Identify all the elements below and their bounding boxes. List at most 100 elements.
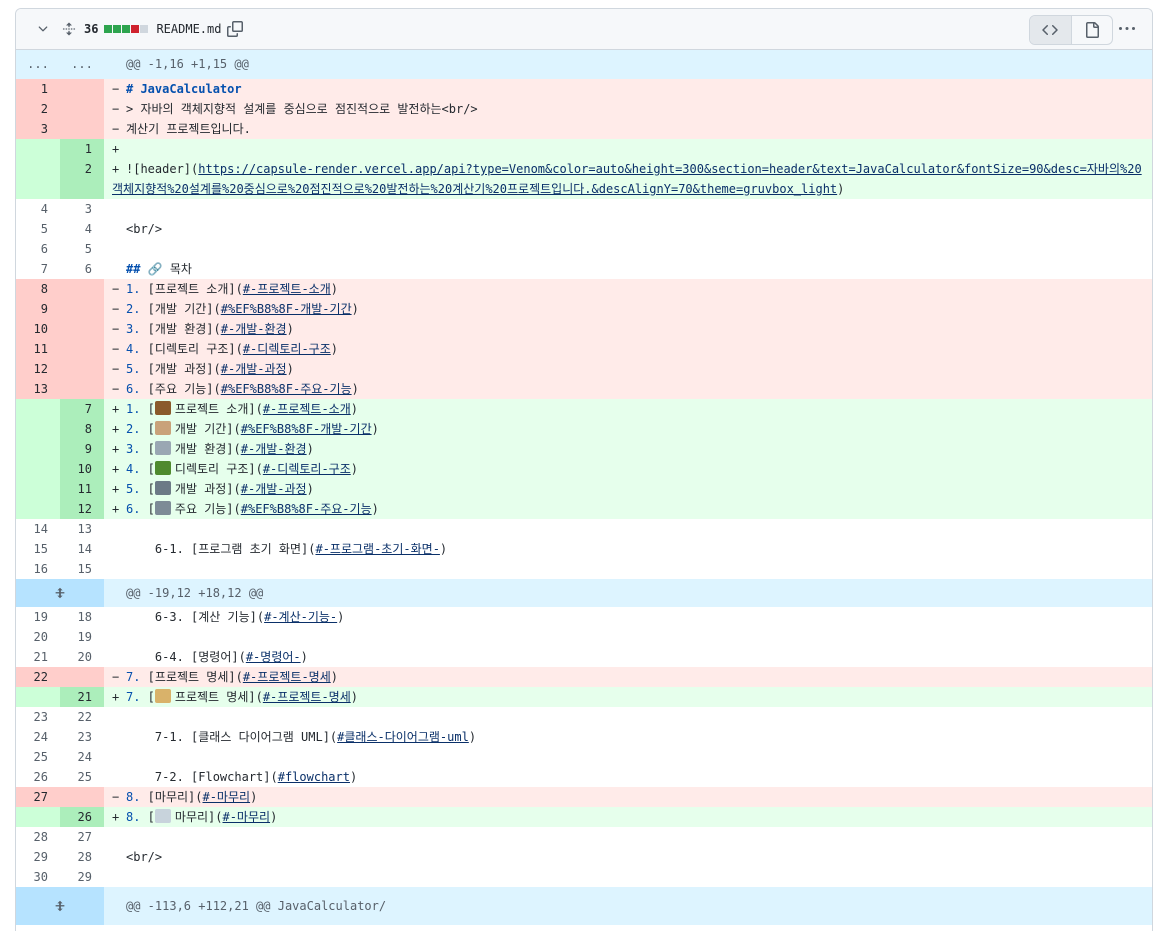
rich-diff-button[interactable] [1072,16,1113,44]
expand-button[interactable] [16,579,104,607]
new-line-number[interactable]: 1 [60,139,104,159]
new-line-number[interactable]: 3 [60,199,104,219]
old-line-number[interactable]: 15 [16,539,60,559]
new-line-number[interactable]: 9 [60,439,104,459]
new-line-number[interactable]: 13 [60,519,104,539]
old-line-number[interactable]: 2 [16,99,60,119]
new-line-number[interactable]: 25 [60,767,104,787]
unfold-icon[interactable] [62,21,76,37]
old-line-number[interactable]: 26 [16,767,60,787]
old-line-number[interactable]: 6 [16,239,60,259]
old-line-number[interactable]: 29 [16,847,60,867]
anchor-link[interactable]: #-프로젝트-명세 [243,670,331,684]
old-line-number[interactable] [16,499,60,519]
old-line-number[interactable]: 4 [16,199,60,219]
new-line-number[interactable]: 4 [60,219,104,239]
old-line-number[interactable]: 1 [16,79,60,99]
new-line-number[interactable] [60,787,104,807]
chevron-down-icon[interactable] [36,22,50,36]
old-line-number[interactable]: 8 [16,279,60,299]
anchor-link[interactable]: #-개발-환경 [221,322,287,336]
expand-up-button[interactable]: ... [16,50,60,79]
old-line-number[interactable]: 16 [16,559,60,579]
new-line-number[interactable]: 27 [60,827,104,847]
new-line-number[interactable]: 22 [60,707,104,727]
anchor-link[interactable]: #-계산-기능- [264,610,337,624]
old-line-number[interactable]: 24 [16,727,60,747]
new-line-number[interactable]: 20 [60,647,104,667]
old-line-number[interactable]: 30 [16,867,60,887]
anchor-link[interactable]: #-프로젝트-명세 [263,690,351,704]
expand-down-button[interactable]: ... [60,50,104,79]
new-line-number[interactable]: 29 [60,867,104,887]
new-line-number[interactable]: 10 [60,459,104,479]
new-line-number[interactable] [60,299,104,319]
new-line-number[interactable]: 2 [60,159,104,199]
new-line-number[interactable]: 26 [60,807,104,827]
old-line-number[interactable]: 23 [16,707,60,727]
anchor-link[interactable]: #-마무리 [222,810,270,824]
old-line-number[interactable]: 10 [16,319,60,339]
anchor-link[interactable]: #-디렉토리-구조 [263,462,351,476]
anchor-link[interactable]: #-개발-환경 [241,442,307,456]
new-line-number[interactable] [60,279,104,299]
new-line-number[interactable] [60,79,104,99]
old-line-number[interactable] [16,439,60,459]
new-line-number[interactable]: 15 [60,559,104,579]
anchor-link[interactable]: #%EF%B8%8F-주요-기능 [241,502,372,516]
new-line-number[interactable]: 21 [60,687,104,707]
new-line-number[interactable]: 12 [60,499,104,519]
old-line-number[interactable] [16,159,60,199]
old-line-number[interactable] [16,479,60,499]
old-line-number[interactable] [16,687,60,707]
old-line-number[interactable]: 3 [16,119,60,139]
anchor-link[interactable]: #-개발-과정 [241,482,307,496]
new-line-number[interactable]: 28 [60,847,104,867]
old-line-number[interactable]: 19 [16,607,60,627]
old-line-number[interactable]: 22 [16,667,60,687]
old-line-number[interactable]: 12 [16,359,60,379]
old-line-number[interactable]: 9 [16,299,60,319]
anchor-link[interactable]: https://capsule-render.vercel.app/api?ty… [112,162,1142,196]
old-line-number[interactable] [16,459,60,479]
new-line-number[interactable]: 5 [60,239,104,259]
old-line-number[interactable]: 20 [16,627,60,647]
old-line-number[interactable]: 13 [16,379,60,399]
old-line-number[interactable] [16,399,60,419]
old-line-number[interactable] [16,139,60,159]
old-line-number[interactable] [16,419,60,439]
anchor-link[interactable]: #%EF%B8%8F-개발-기간 [241,422,372,436]
new-line-number[interactable] [60,119,104,139]
anchor-link[interactable]: #-명령어- [246,650,301,664]
old-line-number[interactable]: 11 [16,339,60,359]
anchor-link[interactable]: #클래스-다이어그램-uml [337,730,469,744]
new-line-number[interactable]: 11 [60,479,104,499]
anchor-link[interactable]: #-마무리 [202,790,250,804]
anchor-link[interactable]: #-프로젝트-소개 [243,282,331,296]
old-line-number[interactable]: 27 [16,787,60,807]
old-line-number[interactable] [16,807,60,827]
new-line-number[interactable] [60,379,104,399]
anchor-link[interactable]: #%EF%B8%8F-주요-기능 [221,382,352,396]
anchor-link[interactable]: #%EF%B8%8F-개발-기간 [221,302,352,316]
new-line-number[interactable]: 23 [60,727,104,747]
new-line-number[interactable]: 14 [60,539,104,559]
old-line-number[interactable]: 28 [16,827,60,847]
new-line-number[interactable]: 6 [60,259,104,279]
new-line-number[interactable] [60,667,104,687]
new-line-number[interactable] [60,99,104,119]
new-line-number[interactable] [60,359,104,379]
new-line-number[interactable]: 8 [60,419,104,439]
new-line-number[interactable]: 18 [60,607,104,627]
new-line-number[interactable]: 19 [60,627,104,647]
old-line-number[interactable]: 21 [16,647,60,667]
new-line-number[interactable]: 7 [60,399,104,419]
kebab-horizontal-icon[interactable] [1118,21,1136,37]
old-line-number[interactable]: 25 [16,747,60,767]
new-line-number[interactable] [60,339,104,359]
anchor-link[interactable]: #-개발-과정 [221,362,287,376]
anchor-link[interactable]: #-프로젝트-소개 [263,402,351,416]
old-line-number[interactable]: 14 [16,519,60,539]
old-line-number[interactable]: 7 [16,259,60,279]
anchor-link[interactable]: #flowchart [278,770,350,784]
